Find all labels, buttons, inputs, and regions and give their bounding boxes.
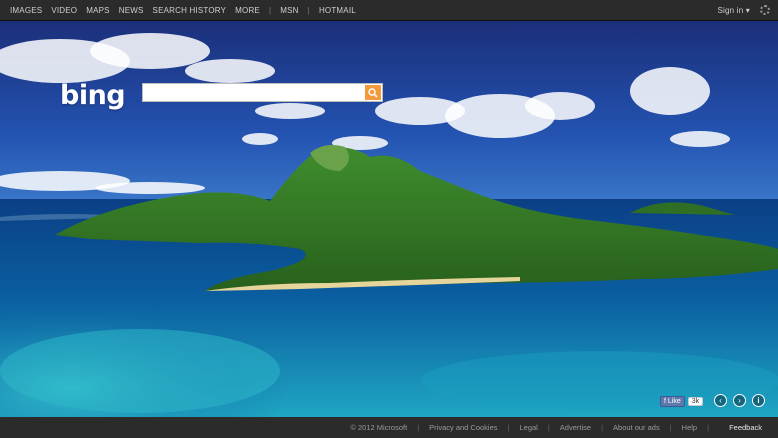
nav-hotmail[interactable]: HOTMAIL: [319, 6, 356, 15]
bing-logo: bing: [60, 80, 126, 111]
nav-search-history[interactable]: SEARCH HISTORY: [153, 6, 227, 15]
footer-link-legal[interactable]: Legal: [519, 423, 537, 432]
nav-separator: |: [307, 5, 310, 15]
footer-link-about-ads[interactable]: About our ads: [613, 423, 660, 432]
info-icon: i: [757, 395, 760, 405]
previous-image-button[interactable]: ‹: [714, 394, 727, 407]
chevron-right-icon: ›: [738, 395, 741, 405]
gear-icon[interactable]: [760, 5, 770, 15]
nav-msn[interactable]: MSN: [280, 6, 298, 15]
nav-more[interactable]: MORE: [235, 6, 260, 15]
chevron-left-icon: ‹: [719, 395, 722, 405]
footer-link-privacy[interactable]: Privacy and Cookies: [429, 423, 497, 432]
like-button[interactable]: f Like: [660, 396, 685, 407]
search-icon: [368, 87, 378, 98]
footer-link-help[interactable]: Help: [682, 423, 697, 432]
nav-images[interactable]: IMAGES: [10, 6, 42, 15]
next-image-button[interactable]: ›: [733, 394, 746, 407]
nav-separator: |: [268, 5, 272, 15]
footer-bar: © 2012 Microsoft | Privacy and Cookies |…: [0, 417, 778, 438]
nav-links: IMAGES VIDEO MAPS NEWS SEARCH HISTORY MO…: [10, 6, 365, 15]
nav-maps[interactable]: MAPS: [86, 6, 109, 15]
footer-link-advertise[interactable]: Advertise: [560, 423, 591, 432]
top-nav-bar: IMAGES VIDEO MAPS NEWS SEARCH HISTORY MO…: [0, 0, 778, 21]
signin-link[interactable]: Sign in ▾: [717, 6, 750, 15]
search-input[interactable]: [143, 84, 373, 101]
nav-video[interactable]: VIDEO: [51, 6, 77, 15]
account-area: Sign in ▾: [717, 5, 770, 15]
like-count: 3k: [687, 397, 704, 406]
info-button[interactable]: i: [752, 394, 765, 407]
feedback-link[interactable]: Feedback: [729, 423, 762, 432]
search-box: [142, 83, 383, 102]
nav-news[interactable]: NEWS: [119, 6, 144, 15]
search-button[interactable]: [365, 85, 381, 100]
copyright: © 2012 Microsoft: [350, 423, 408, 432]
facebook-icon: f: [664, 398, 666, 405]
facebook-like: f Like 3k: [660, 396, 704, 407]
